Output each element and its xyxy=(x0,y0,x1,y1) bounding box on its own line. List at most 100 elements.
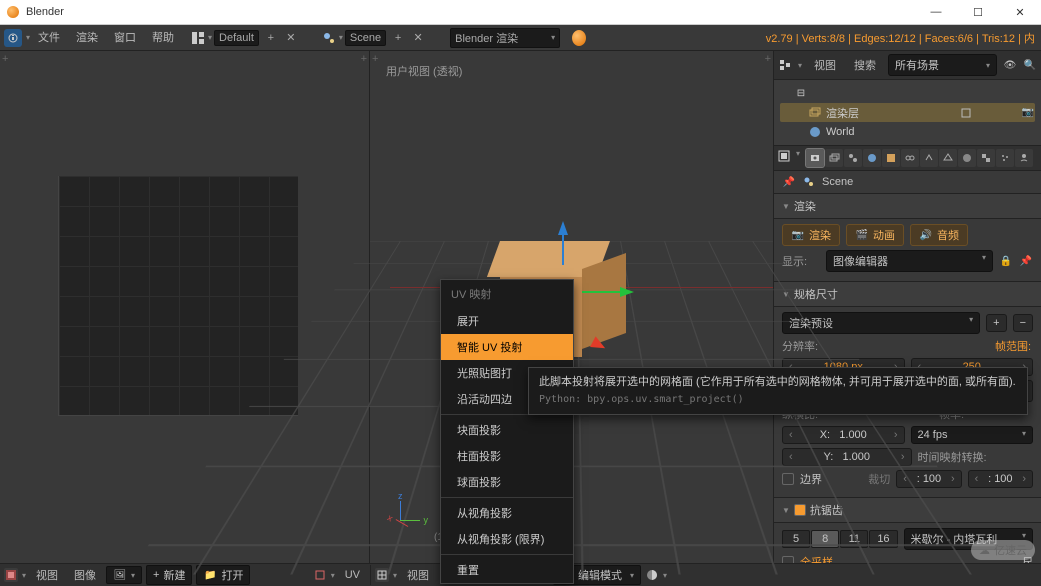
collapse-icon[interactable]: ⊟ xyxy=(794,87,808,101)
panel-body-render: 📷渲染 🎬动画 🔊音频 显示: 图像编辑器▾ 🔒 📌 xyxy=(774,219,1041,282)
scene-selector[interactable]: Scene xyxy=(345,30,386,46)
dropdown-icon[interactable]: ▾ xyxy=(339,33,343,42)
panel-header-render[interactable]: ▼渲染 xyxy=(774,194,1041,219)
remove-preset-button[interactable]: − xyxy=(1013,314,1033,332)
tab-object[interactable] xyxy=(882,149,900,167)
uv-grid[interactable] xyxy=(58,176,298,416)
outliner-search[interactable]: 搜索 xyxy=(848,55,882,75)
tab-modifiers[interactable] xyxy=(920,149,938,167)
scene-icon[interactable] xyxy=(319,29,339,47)
outliner-view[interactable]: 视图 xyxy=(808,55,842,75)
camera-icon: 📷 xyxy=(791,228,805,242)
tooltip-python: Python: bpy.ops.uv.smart_project() xyxy=(539,392,1017,408)
remove-scene-button[interactable]: ✕ xyxy=(409,29,427,47)
expand-corner-icon[interactable]: + xyxy=(372,53,378,65)
orientation-axes-icon xyxy=(394,497,424,527)
filter-icon[interactable]: 👁 xyxy=(1003,58,1017,72)
display-selector[interactable]: 图像编辑器▾ xyxy=(826,250,993,272)
menu-item-cube-projection[interactable]: 块面投影 xyxy=(441,417,573,443)
timeremap-new-field[interactable]: ‹: 100› xyxy=(968,470,1033,488)
pin-icon[interactable]: 📌 xyxy=(1019,254,1033,268)
tab-data[interactable] xyxy=(939,149,957,167)
menu-help[interactable]: 帮助 xyxy=(144,26,182,50)
properties-editor-icon[interactable] xyxy=(777,149,791,163)
stats-text: v2.79 | Verts:8/8 | Edges:12/12 | Faces:… xyxy=(760,30,1041,46)
minimize-button[interactable]: — xyxy=(915,0,957,25)
tab-material[interactable] xyxy=(958,149,976,167)
tab-particles[interactable] xyxy=(996,149,1014,167)
pin-icon[interactable]: 📌 xyxy=(782,175,796,189)
menu-separator xyxy=(441,554,573,555)
renderlayer-icon xyxy=(808,106,822,120)
dropdown-icon[interactable]: ▾ xyxy=(798,61,802,70)
tab-constraints[interactable] xyxy=(901,149,919,167)
fps-selector[interactable]: 24 fps▾ xyxy=(911,426,1034,444)
tooltip: 此脚本投射将展开选中的网格面 (它作用于所有选中的网格物体, 并可用于展开选中的… xyxy=(528,367,1028,415)
uv-editor-icon[interactable] xyxy=(4,568,18,582)
menu-title: UV 映射 xyxy=(441,280,573,308)
menu-render[interactable]: 渲染 xyxy=(68,26,106,50)
tree-label: World xyxy=(826,126,855,138)
add-preset-button[interactable]: + xyxy=(986,314,1006,332)
viewport-label: 用户视图 (透视) xyxy=(386,63,462,79)
framerange-label: 帧范围: xyxy=(995,338,1033,354)
expand-corner-icon[interactable]: + xyxy=(2,53,8,65)
tree-row-renderlayer[interactable]: 渲染层 📷 xyxy=(780,103,1035,122)
layout-icon[interactable] xyxy=(188,29,208,47)
tree-row-world[interactable]: World xyxy=(780,122,1035,141)
uv-footer-view[interactable]: 视图 xyxy=(30,565,64,585)
blender-logo-icon xyxy=(6,5,20,19)
outliner-editor-icon[interactable] xyxy=(778,58,792,72)
menu-item-unwrap[interactable]: 展开 xyxy=(441,308,573,334)
menu-window[interactable]: 窗口 xyxy=(106,26,144,50)
maximize-button[interactable]: ☐ xyxy=(957,0,999,25)
gizmo-z-arrow-icon[interactable] xyxy=(558,221,568,235)
render-engine-selector[interactable]: Blender 渲染▾ xyxy=(450,28,560,48)
menu-item-project-from-view-bounds[interactable]: 从视角投影 (限界) xyxy=(441,526,573,552)
panel-title: 渲染 xyxy=(794,198,816,214)
uv-mapping-menu: UV 映射 展开 智能 UV 投射 光照贴图打 沿活动四边 块面投影 柱面投影 … xyxy=(440,279,574,584)
outliner-mode-selector[interactable]: 所有场景▾ xyxy=(888,54,997,76)
tab-renderlayers[interactable] xyxy=(825,149,843,167)
render-button[interactable]: 📷渲染 xyxy=(782,224,840,246)
menu-item-reset[interactable]: 重置 xyxy=(441,557,573,583)
3d-viewport[interactable]: + + 用户视图 (透视) (1) Cube UV 映射 展开 智能 UV 投射… xyxy=(370,51,774,563)
clapper-icon: 🎬 xyxy=(855,228,869,242)
speaker-icon: 🔊 xyxy=(919,228,933,242)
tree-label: 渲染层 xyxy=(826,105,859,121)
animation-button[interactable]: 🎬动画 xyxy=(846,224,904,246)
breadcrumb: 📌 Scene xyxy=(774,171,1041,194)
menu-item-project-from-view[interactable]: 从视角投影 xyxy=(441,500,573,526)
add-scene-button[interactable]: + xyxy=(389,29,407,47)
audio-button[interactable]: 🔊音频 xyxy=(910,224,968,246)
tree-row-scene[interactable]: ⊟ xyxy=(780,84,1035,103)
menu-item-cylinder-projection[interactable]: 柱面投影 xyxy=(441,443,573,469)
expand-corner-icon[interactable]: + xyxy=(361,53,367,65)
tab-world[interactable] xyxy=(863,149,881,167)
outliner-mode: 所有场景 xyxy=(895,57,939,73)
renderlayer-toggle-icon[interactable] xyxy=(959,106,973,120)
tab-texture[interactable] xyxy=(977,149,995,167)
dropdown-icon[interactable]: ▾ xyxy=(22,571,26,580)
expand-corner-icon[interactable]: + xyxy=(765,53,771,65)
lock-icon[interactable]: 🔒 xyxy=(999,254,1013,268)
uv-footer-image[interactable]: 图像 xyxy=(68,565,102,585)
dropdown-icon[interactable]: ▾ xyxy=(796,149,800,167)
titlebar: Blender — ☐ ✕ xyxy=(0,0,1041,25)
tab-scene[interactable] xyxy=(844,149,862,167)
dropdown-icon[interactable]: ▾ xyxy=(208,33,212,42)
gizmo-x-arrow-icon[interactable] xyxy=(620,287,634,297)
menu-item-sphere-projection[interactable]: 球面投影 xyxy=(441,469,573,495)
add-layout-button[interactable]: + xyxy=(262,29,280,47)
menu-file[interactable]: 文件 xyxy=(30,26,68,50)
layout-selector[interactable]: Default xyxy=(214,30,259,46)
tab-render[interactable] xyxy=(806,149,824,167)
search-icon[interactable]: 🔍 xyxy=(1023,58,1037,72)
tab-physics[interactable] xyxy=(1015,149,1033,167)
watermark: ☁亿速云 xyxy=(971,540,1035,560)
restrict-render-icon[interactable]: 📷 xyxy=(1021,106,1035,120)
menu-item-smart-uv-project[interactable]: 智能 UV 投射 xyxy=(441,334,573,360)
close-button[interactable]: ✕ xyxy=(999,0,1041,25)
info-editor-icon[interactable] xyxy=(4,29,22,47)
remove-layout-button[interactable]: ✕ xyxy=(282,29,300,47)
